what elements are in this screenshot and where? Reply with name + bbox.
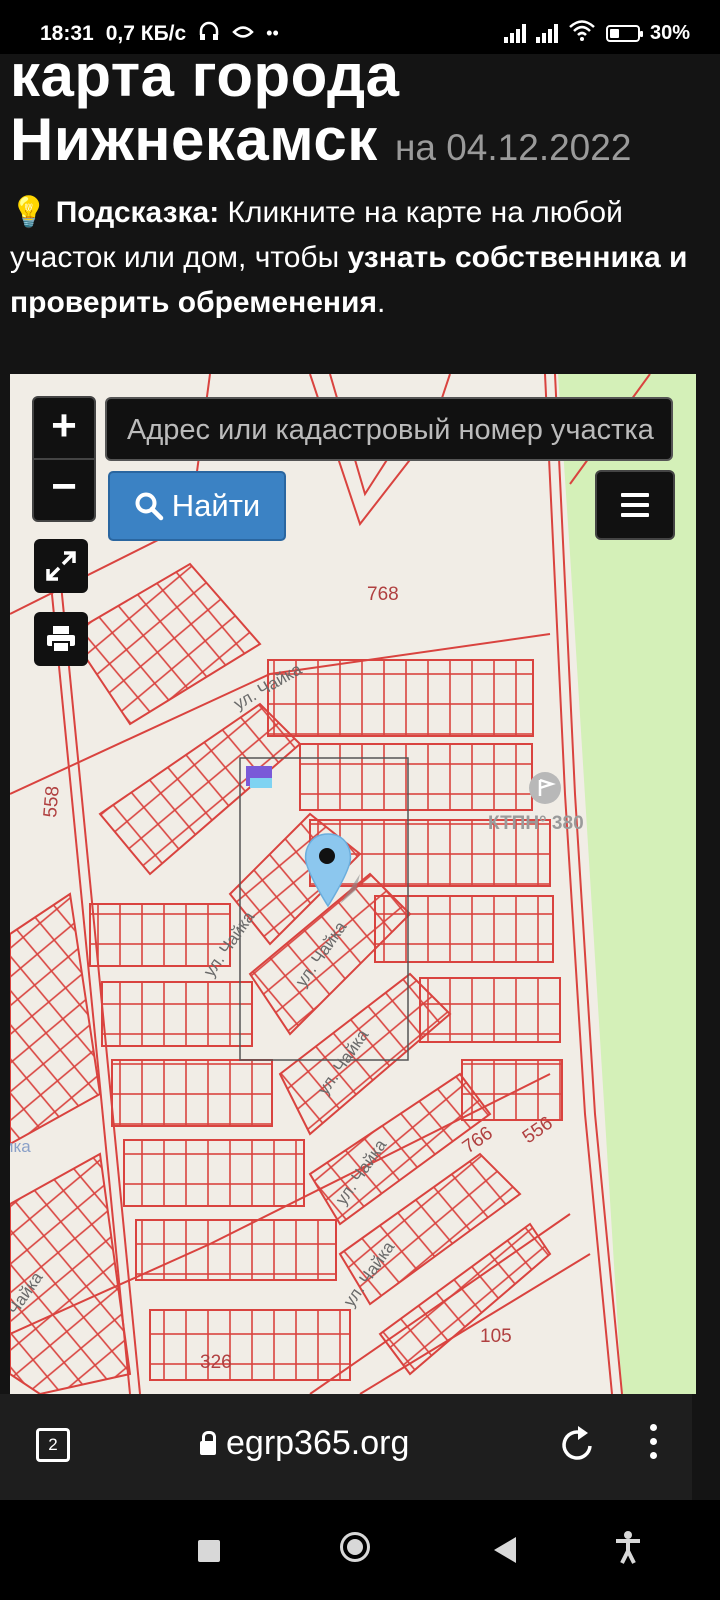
title-date: на 04.12.2022 [394, 127, 632, 168]
url-text: egrp365.org [226, 1424, 410, 1462]
page-content: карта города Нижнекамск на 04.12.2022 💡 … [0, 54, 720, 1394]
reload-icon [562, 1426, 592, 1460]
tab-switcher-button[interactable]: 2 [36, 1428, 70, 1462]
hint-end: . [376, 286, 386, 319]
find-button[interactable]: Найти [108, 471, 286, 541]
lock-icon [200, 1430, 216, 1455]
accessibility-icon [616, 1531, 640, 1564]
status-left: 18:31 0,7 КБ/с •• [40, 20, 279, 47]
hint-text: 💡 Подсказка: Кликните на карте на любой … [10, 190, 710, 325]
zoom-control: + − [32, 396, 96, 522]
wifi-icon [568, 19, 596, 47]
map-label-ktp: КТПН° 380 [488, 813, 584, 834]
signal-icon-2 [535, 23, 558, 43]
page-title: карта города Нижнекамск на 04.12.2022 [10, 54, 710, 180]
substation-icon [529, 772, 561, 804]
address-bar[interactable]: egrp365.org [200, 1424, 409, 1463]
battery-level: 30% [649, 21, 690, 44]
battery-icon [605, 24, 643, 42]
status-time: 18:31 [40, 21, 94, 45]
home-button[interactable] [340, 1532, 370, 1562]
layers-menu-button[interactable] [595, 470, 675, 540]
map-label-edge-cut: ика [10, 1137, 31, 1156]
more-notifications-icon: •• [266, 23, 279, 43]
print-button[interactable] [34, 612, 88, 666]
status-right: 30% [503, 19, 690, 47]
cadastral-map[interactable]: 768 558 766 556 105 326 КТПН° 380 ул. Ча… [10, 374, 696, 1394]
printer-icon [47, 626, 75, 653]
map-label-105: 105 [480, 1326, 512, 1347]
reload-button[interactable] [560, 1424, 596, 1469]
status-bar: 18:31 0,7 КБ/с •• 30% [0, 0, 720, 54]
search-input[interactable] [125, 399, 659, 461]
find-button-label: Найти [171, 488, 261, 523]
lightbulb-icon: 💡 [10, 196, 48, 229]
back-button[interactable] [494, 1537, 516, 1563]
zoom-out-button[interactable]: − [34, 459, 94, 519]
map-label-558: 558 [40, 785, 64, 818]
map-label-768: 768 [367, 584, 399, 605]
signal-icon-1 [503, 23, 526, 43]
headphones-icon [198, 20, 220, 47]
more-vert-icon [650, 1424, 657, 1431]
sync-icon [232, 23, 254, 44]
network-speed: 0,7 КБ/с [105, 21, 187, 45]
expand-icon [46, 551, 76, 581]
map-label-326: 326 [200, 1352, 232, 1373]
flag-marker[interactable] [246, 766, 272, 788]
recents-button[interactable] [198, 1540, 220, 1562]
title-line2: Нижнекамск [10, 106, 378, 173]
search-box [105, 397, 673, 461]
browser-toolbar: 2 egrp365.org [0, 1394, 720, 1500]
accessibility-button[interactable] [614, 1530, 642, 1569]
toolbar-edge [692, 1394, 720, 1500]
fullscreen-button[interactable] [34, 539, 88, 593]
zoom-in-button[interactable]: + [34, 398, 94, 460]
search-icon [135, 492, 164, 521]
hint-label: Подсказка: [55, 196, 220, 229]
hamburger-icon [621, 493, 649, 497]
browser-menu-button[interactable] [650, 1424, 657, 1459]
title-line1: карта города [10, 54, 400, 109]
